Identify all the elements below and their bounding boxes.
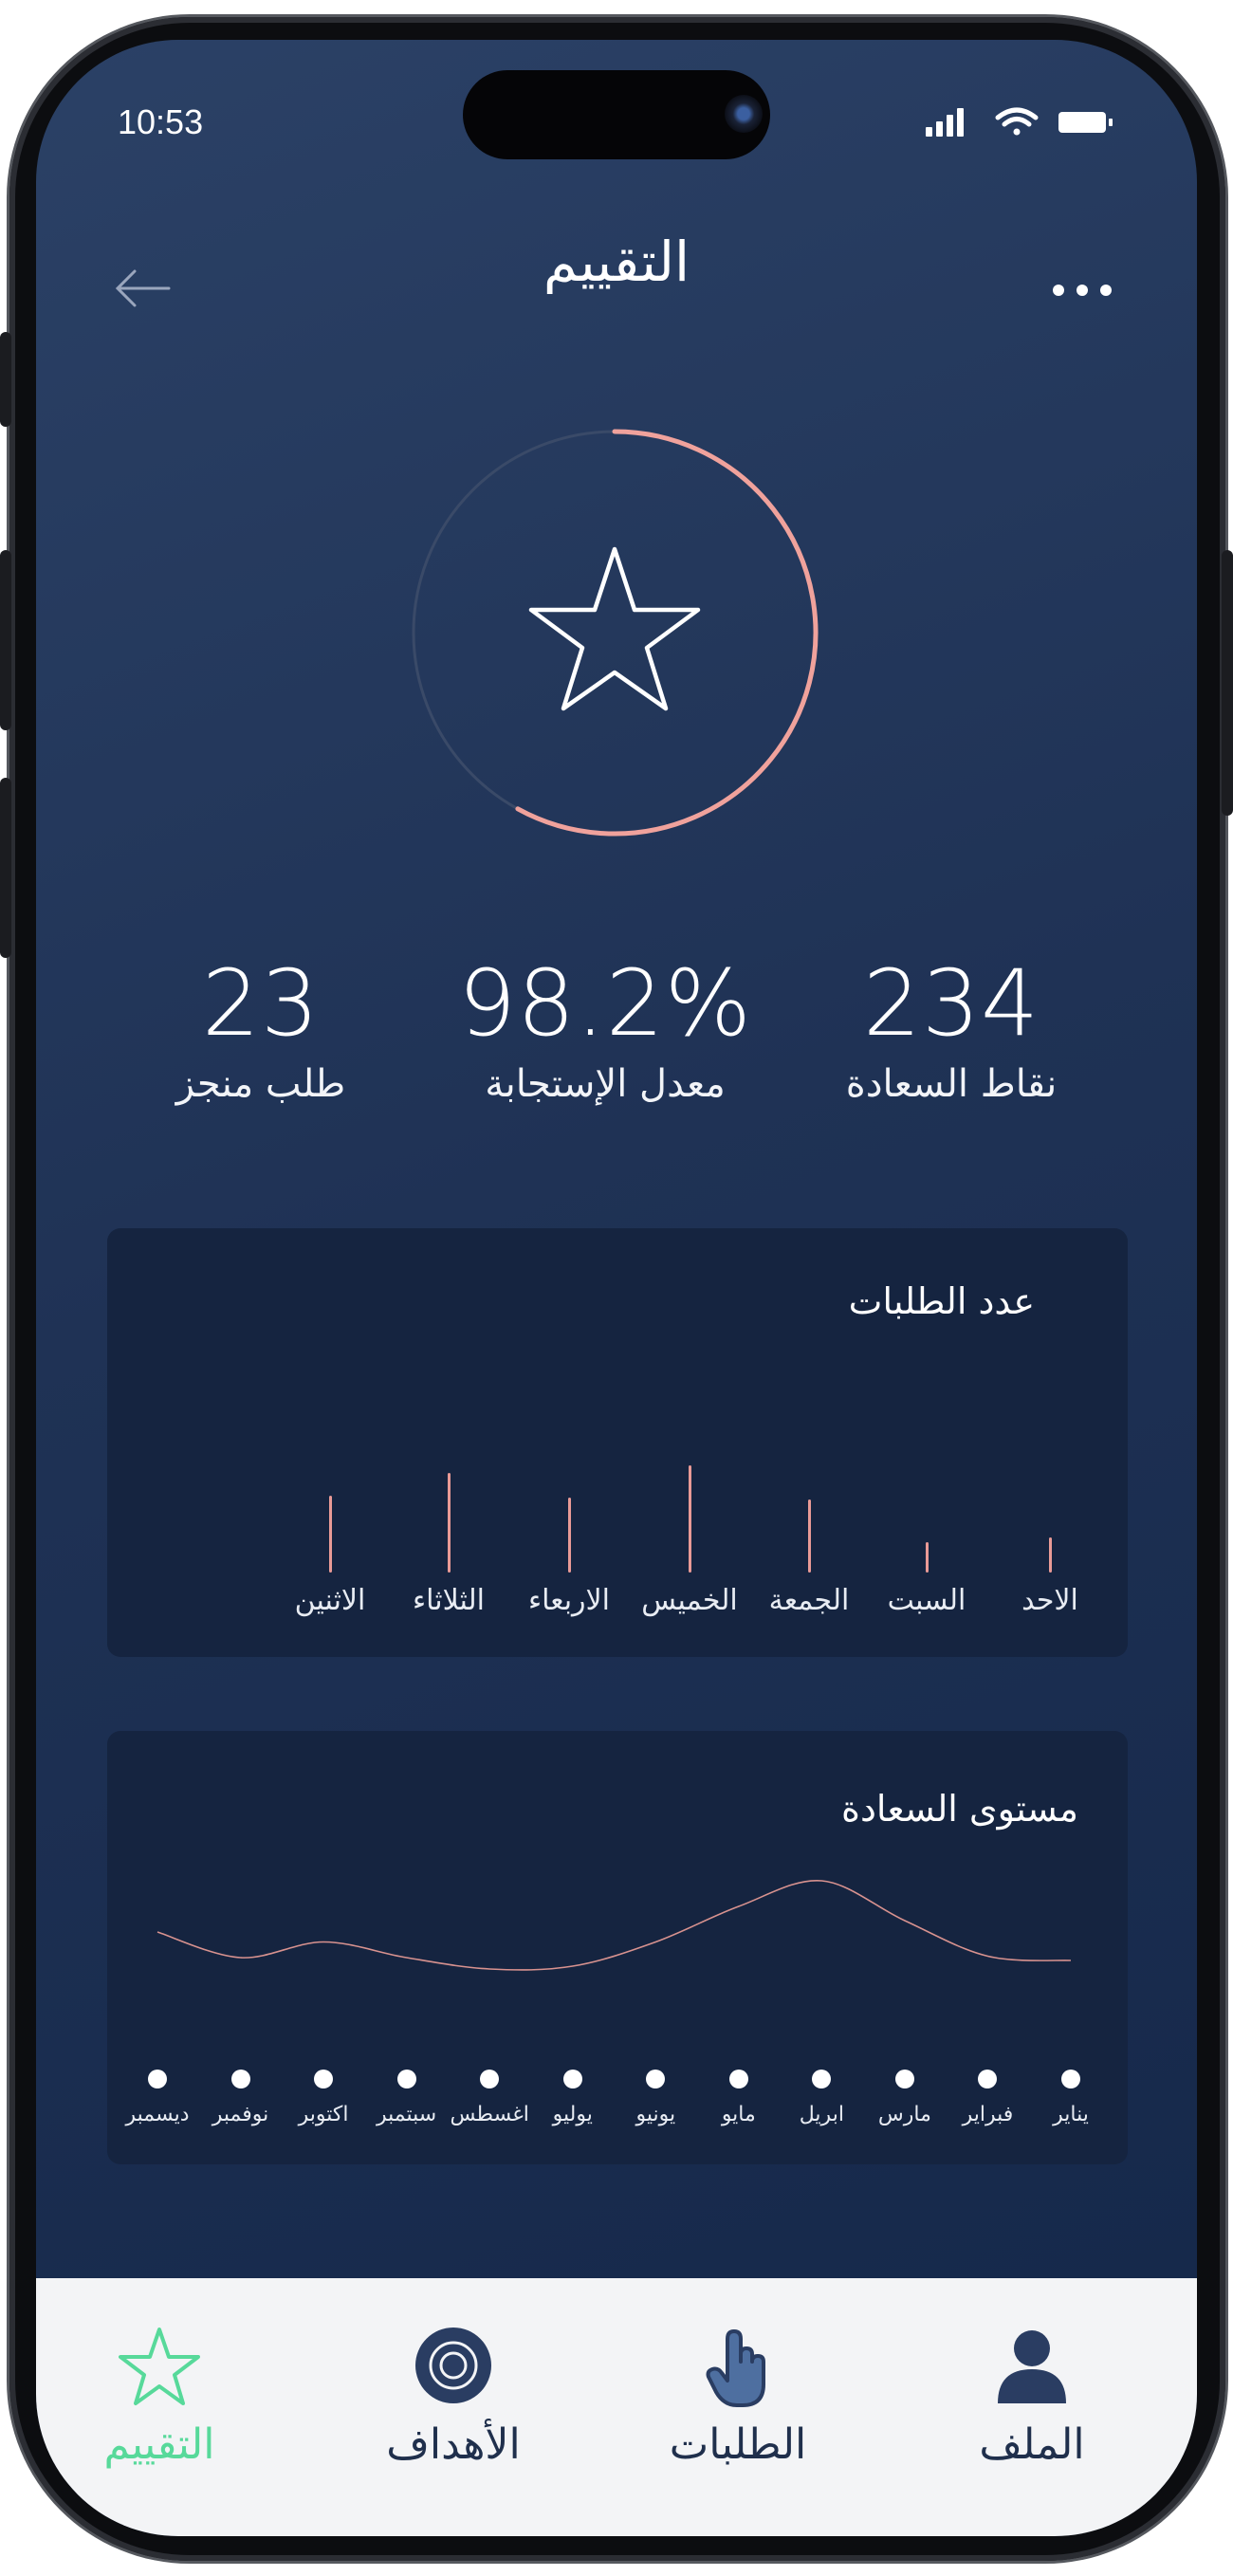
month-label: نوفمبر [212,2103,269,2126]
stat-response-rate: 98.2% معدل الإستجابة [434,950,776,1106]
month-dot [1061,2070,1080,2088]
tab-profile[interactable]: الملف [890,2278,1174,2536]
tab-bar: الملف الطلبات الأهداف التقييم [36,2278,1197,2536]
orders-chart-card: عدد الطلبات الاحد السبت الجمعة الخميس الاربع… [107,1228,1128,1657]
bar-label: السبت [887,1584,966,1617]
hand-pointer-icon [706,2329,765,2407]
battery-icon [1058,112,1113,133]
more-dots-icon [1053,285,1112,296]
bar-label: الاثنين [294,1584,366,1617]
tab-orders[interactable]: الطلبات [596,2278,880,2536]
bar-label: الثلاثاء [412,1584,486,1617]
month-label: ابريل [799,2103,844,2126]
status-time: 10:53 [118,102,204,141]
stat-value: 23 [201,950,321,1057]
month-label: ديسمبر [125,2103,190,2126]
month-dot [148,2070,167,2088]
tab-goals[interactable]: الأهداف [311,2278,596,2536]
bar [689,1465,691,1573]
bar-label: الاحد [1021,1584,1078,1617]
bar [329,1496,332,1573]
volume-down-button [0,778,11,958]
month-dot [728,2070,748,2088]
tab-label: التقييم [103,2420,215,2469]
bar [926,1542,929,1573]
status-icons [926,106,1115,142]
month-dot [812,2070,832,2088]
app-screen: 10:53 التقييم 234 نقاط السعادة 98.2% معد… [36,40,1197,2536]
month-dot [562,2070,582,2088]
tab-label: الأهداف [386,2420,521,2469]
orders-chart-title: عدد الطلبات [848,1280,1035,1322]
star-icon [119,2328,200,2405]
month-dot [480,2070,500,2088]
tab-rating[interactable]: التقييم [36,2278,302,2536]
page-title: التقييم [543,230,690,294]
bar-label: الجمعة [768,1584,850,1617]
happiness-chart-card: مستوى السعادة يناير فبراير مارس ابريل مايو يو… [107,1731,1128,2164]
stat-value: 98.2% [458,950,752,1057]
stat-label: معدل الإستجابة [485,1062,726,1106]
stat-label: طلب منجز [175,1062,346,1106]
month-dot [646,2070,666,2088]
user-icon [998,2330,1066,2403]
month-label: اغسطس [450,2103,529,2126]
month-label: مارس [877,2103,931,2126]
stat-label: نقاط السعادة [845,1062,1058,1106]
month-label: يوليو [552,2103,593,2126]
volume-up-button [0,550,11,730]
tab-label: الطلبات [669,2420,807,2469]
stat-value: 234 [862,950,1040,1057]
month-label: يناير [1053,2103,1089,2126]
bar [1049,1537,1052,1573]
bar-label: الخميس [641,1584,738,1617]
action-button [0,332,11,427]
bar [448,1473,451,1573]
month-dot [314,2070,334,2088]
front-camera [725,95,763,133]
more-button[interactable] [1051,283,1113,302]
stat-completed-orders: 23 طلب منجز [90,950,432,1106]
month-dot [230,2070,250,2088]
month-dot [978,2070,998,2088]
star-icon [528,546,701,711]
rating-ring [412,429,819,837]
bar-label: الاربعاء [527,1584,611,1617]
month-label: سبتمبر [377,2103,437,2126]
month-label: فبراير [962,2103,1014,2126]
wifi-icon [995,107,1039,136]
month-dot [894,2070,914,2088]
bar [808,1500,811,1573]
tab-label: الملف [979,2420,1085,2469]
month-label: مايو [721,2103,756,2126]
bar [568,1498,571,1573]
month-label: اكتوبر [298,2103,349,2126]
target-icon [415,2328,491,2403]
power-button [1222,550,1233,816]
happiness-line-chart [156,1880,1072,1971]
month-dot [396,2070,416,2088]
signal-icon [926,108,964,137]
happiness-line [156,1880,1072,1971]
month-label: يونيو [635,2103,676,2126]
stat-happiness-points: 234 نقاط السعادة [781,950,1122,1106]
